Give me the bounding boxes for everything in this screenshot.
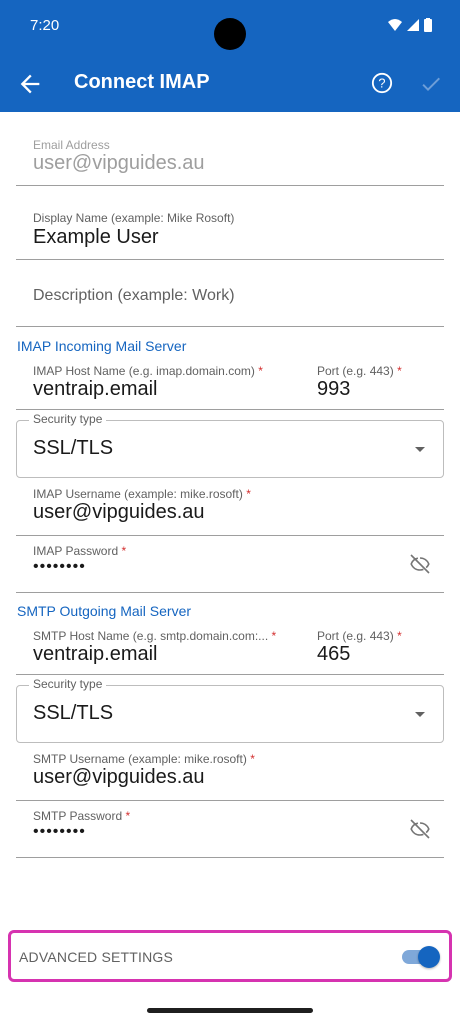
- eye-off-icon[interactable]: [408, 552, 432, 576]
- status-time: 7:20: [30, 17, 60, 34]
- back-arrow-icon[interactable]: [16, 70, 44, 98]
- dropdown-caret-icon: [415, 712, 425, 717]
- signal-icon: [407, 19, 419, 31]
- smtp-password-field[interactable]: SMTP Password * ••••••••: [16, 803, 444, 858]
- check-icon[interactable]: [419, 72, 443, 96]
- advanced-settings-label: ADVANCED SETTINGS: [19, 949, 174, 965]
- smtp-username-input[interactable]: user@vipguides.au: [33, 766, 205, 789]
- required-marker: *: [397, 629, 402, 643]
- smtp-section-title: SMTP Outgoing Mail Server: [17, 603, 192, 619]
- battery-icon: [424, 18, 432, 32]
- email-address-value: user@vipguides.au: [33, 152, 205, 174]
- email-address-field: Email Address user@vipguides.au: [16, 130, 444, 186]
- app-bar: 7:20 Connect IMAP ?: [0, 0, 460, 112]
- required-marker: *: [246, 487, 251, 501]
- imap-username-input[interactable]: user@vipguides.au: [33, 501, 205, 524]
- status-icons: [388, 18, 432, 32]
- toggle-thumb[interactable]: [418, 946, 440, 968]
- display-name-field[interactable]: Display Name (example: Mike Rosoft) Exam…: [16, 200, 444, 260]
- description-input[interactable]: Description (example: Work): [33, 287, 235, 305]
- camera-cutout: [214, 18, 246, 50]
- imap-section-title: IMAP Incoming Mail Server: [17, 338, 187, 354]
- smtp-port-label: Port (e.g. 443): [317, 629, 394, 643]
- imap-host-field[interactable]: IMAP Host Name (e.g. imap.domain.com) * …: [16, 358, 302, 410]
- display-name-input[interactable]: Example User: [33, 226, 159, 249]
- smtp-port-field[interactable]: Port (e.g. 443) * 465: [300, 623, 444, 675]
- imap-host-input[interactable]: ventraip.email: [33, 378, 158, 401]
- smtp-host-field[interactable]: SMTP Host Name (e.g. smtp.domain.com:...…: [16, 623, 302, 675]
- imap-port-input[interactable]: 993: [317, 378, 350, 401]
- imap-password-input[interactable]: ••••••••: [33, 558, 86, 576]
- smtp-username-label: SMTP Username (example: mike.rosoft): [33, 752, 247, 766]
- gesture-bar[interactable]: [147, 1008, 313, 1013]
- imap-host-label: IMAP Host Name (e.g. imap.domain.com): [33, 364, 255, 378]
- imap-port-field[interactable]: Port (e.g. 443) * 993: [300, 358, 444, 410]
- imap-port-label: Port (e.g. 443): [317, 364, 394, 378]
- description-field[interactable]: Description (example: Work): [16, 260, 444, 327]
- dropdown-caret-icon: [415, 447, 425, 452]
- imap-username-label: IMAP Username (example: mike.rosoft): [33, 487, 243, 501]
- required-marker: *: [121, 544, 127, 558]
- smtp-security-type-value: SSL/TLS: [33, 702, 114, 724]
- required-marker: *: [271, 629, 277, 643]
- smtp-host-label: SMTP Host Name (e.g. smtp.domain.com:...: [33, 629, 269, 643]
- smtp-password-input[interactable]: ••••••••: [33, 823, 86, 841]
- display-name-label: Display Name (example: Mike Rosoft): [33, 211, 235, 225]
- imap-security-type-value: SSL/TLS: [33, 437, 114, 459]
- email-address-label: Email Address: [33, 138, 110, 152]
- smtp-password-label: SMTP Password: [33, 809, 123, 823]
- help-icon[interactable]: ?: [371, 72, 393, 94]
- smtp-host-input[interactable]: ventraip.email: [33, 643, 158, 666]
- smtp-username-field[interactable]: SMTP Username (example: mike.rosoft) * u…: [16, 745, 444, 801]
- imap-security-type-label: Security type: [29, 412, 107, 426]
- imap-username-field[interactable]: IMAP Username (example: mike.rosoft) * u…: [16, 480, 444, 536]
- imap-password-label: IMAP Password: [33, 544, 119, 558]
- smtp-port-input[interactable]: 465: [317, 643, 350, 666]
- required-marker: *: [125, 809, 131, 823]
- svg-text:?: ?: [378, 76, 385, 91]
- advanced-settings-row[interactable]: ADVANCED SETTINGS: [8, 930, 452, 982]
- required-marker: *: [250, 752, 255, 766]
- imap-password-field[interactable]: IMAP Password * ••••••••: [16, 538, 444, 593]
- required-marker: *: [258, 364, 263, 378]
- smtp-security-type-label: Security type: [29, 677, 107, 691]
- required-marker: *: [397, 364, 402, 378]
- imap-security-type-dropdown[interactable]: Security type SSL/TLS: [16, 412, 444, 478]
- eye-off-icon[interactable]: [408, 817, 432, 841]
- smtp-security-type-dropdown[interactable]: Security type SSL/TLS: [16, 677, 444, 743]
- page-title: Connect IMAP: [74, 71, 210, 93]
- wifi-icon: [388, 19, 402, 31]
